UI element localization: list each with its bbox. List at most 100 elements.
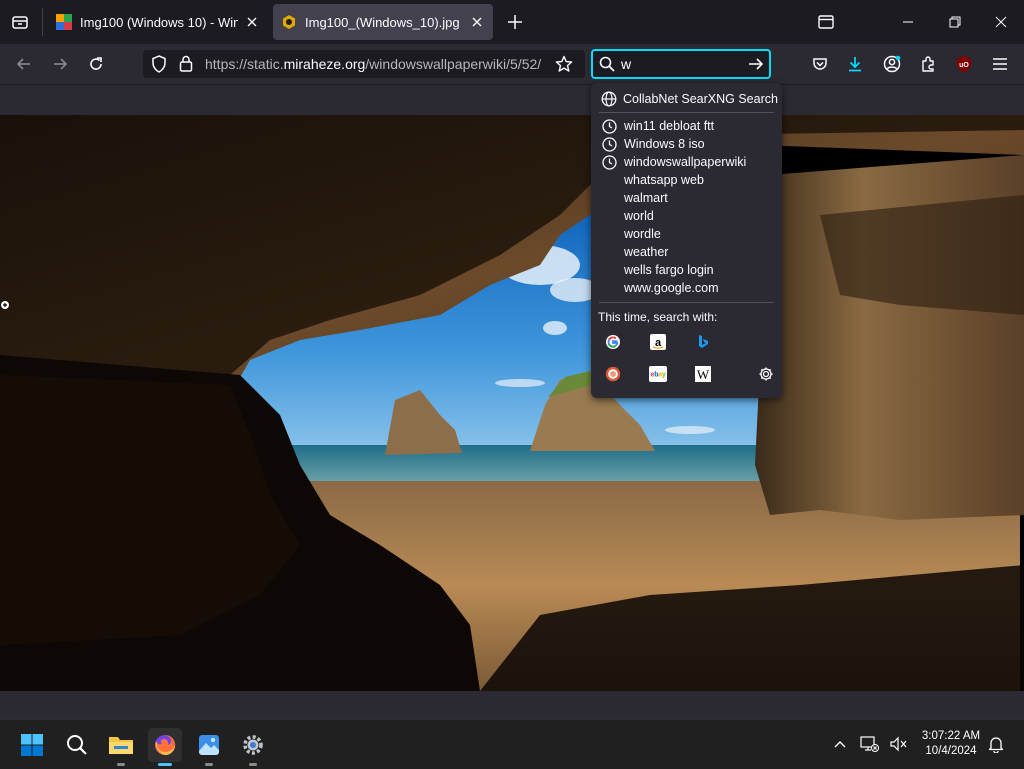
tab-image-file[interactable]: Img100_(Windows_10).jpg (JPEG — [273, 4, 493, 40]
account-icon — [883, 55, 901, 73]
extensions-button[interactable] — [917, 52, 941, 76]
amazon-icon[interactable]: a — [647, 331, 669, 353]
search-suggestion[interactable]: weather — [624, 243, 668, 261]
search-suggestion[interactable]: walmart — [624, 189, 668, 207]
search-settings-gear-icon[interactable] — [755, 363, 777, 385]
ebay-icon[interactable]: ebay — [647, 363, 669, 385]
suggestion-text: weather — [624, 245, 669, 259]
search-suggestion[interactable]: whatsapp web — [624, 171, 704, 189]
tab-divider — [42, 8, 43, 36]
running-indicator — [249, 763, 257, 766]
search-input[interactable] — [621, 55, 731, 73]
search-go-arrow-icon[interactable] — [748, 56, 764, 72]
notifications-button[interactable] — [986, 734, 1006, 754]
search-suggestion[interactable]: world — [624, 207, 654, 225]
settings-button[interactable] — [236, 728, 270, 766]
tracking-protection-shield-icon[interactable] — [151, 55, 167, 73]
tab-title: Img100 (Windows 10) - Window — [80, 14, 238, 30]
taskbar-search-button[interactable] — [60, 728, 94, 762]
minimize-icon — [903, 21, 913, 23]
history-suggestion[interactable]: windowswallpaperwiki — [601, 153, 746, 171]
history-suggestion[interactable]: Windows 8 iso — [601, 135, 705, 153]
wiki-favicon-icon — [56, 14, 72, 30]
downloads-button[interactable] — [843, 52, 867, 76]
active-indicator — [158, 763, 172, 766]
bookmark-star-icon[interactable] — [555, 55, 573, 73]
lock-icon[interactable] — [179, 55, 193, 72]
tab-strip: Img100 (Windows 10) - Window Img100_(Win… — [0, 0, 1024, 44]
default-engine-name: CollabNet SearXNG Search — [623, 92, 778, 106]
miraheze-favicon-icon — [283, 15, 295, 29]
default-engine-row[interactable]: CollabNet SearXNG Search — [601, 91, 778, 107]
volume-status[interactable] — [888, 734, 908, 754]
history-suggestion[interactable]: win11 debloat ftt — [601, 117, 714, 135]
ublock-origin-button[interactable]: uO — [952, 52, 976, 76]
google-icon[interactable] — [602, 331, 624, 353]
svg-text:y: y — [662, 372, 666, 379]
account-button[interactable] — [880, 52, 904, 76]
zoom-cursor-icon — [0, 300, 10, 310]
bing-icon[interactable] — [692, 331, 714, 353]
forward-button[interactable] — [48, 52, 72, 76]
windows-10-wallpaper-image — [0, 115, 1024, 691]
search-suggestion[interactable]: wells fargo login — [624, 261, 714, 279]
restore-button[interactable] — [939, 6, 971, 38]
suggestion-text: world — [624, 209, 654, 223]
taskbar-clock[interactable]: 3:07:22 AM 10/4/2024 — [912, 729, 990, 759]
duckduckgo-icon[interactable] — [602, 363, 624, 385]
svg-text:W: W — [697, 367, 710, 382]
suggestion-text: windowswallpaperwiki — [624, 155, 747, 169]
restore-icon — [949, 16, 961, 28]
suggestion-text: www.google.com — [624, 281, 719, 295]
reload-button[interactable] — [84, 52, 108, 76]
start-button[interactable] — [15, 728, 49, 762]
back-arrow-icon — [16, 58, 30, 70]
search-icon — [599, 56, 615, 72]
suggestion-text: wordle — [624, 227, 661, 241]
search-suggestion[interactable]: wordle — [624, 225, 661, 243]
network-status[interactable] — [860, 734, 880, 754]
wikipedia-icon[interactable]: W — [692, 363, 714, 385]
tab-wiki-page[interactable]: Img100 (Windows 10) - Window — [48, 4, 268, 40]
address-bar[interactable]: https://static.miraheze.org/windowswallp… — [143, 50, 585, 78]
search-suggestion[interactable]: www.google.com — [624, 279, 719, 297]
navigation-toolbar: https://static.miraheze.org/windowswallp… — [0, 44, 1024, 84]
download-icon — [849, 57, 861, 72]
suggestion-text: whatsapp web — [624, 173, 704, 187]
file-explorer-button[interactable] — [104, 728, 138, 766]
tab-list-icon — [12, 16, 28, 29]
search-suggestions-popup: CollabNet SearXNG Search win11 debloat f… — [591, 83, 782, 398]
back-button[interactable] — [12, 52, 36, 76]
search-bar[interactable] — [591, 49, 771, 79]
toolbar-spacer — [0, 84, 1024, 115]
app-menu-button[interactable] — [988, 52, 1012, 76]
close-window-button[interactable] — [985, 6, 1017, 38]
image-viewer[interactable] — [0, 115, 1024, 691]
url-prefix: https://static. — [205, 56, 284, 72]
close-tab-icon[interactable] — [469, 14, 485, 30]
separator — [599, 112, 774, 113]
photos-icon — [199, 735, 219, 755]
pocket-button[interactable] — [808, 52, 832, 76]
clock-time: 3:07:22 AM — [921, 730, 981, 742]
history-clock-icon — [601, 136, 617, 152]
photos-button[interactable] — [192, 728, 226, 766]
svg-text:uO: uO — [959, 62, 969, 69]
firefox-view-button[interactable] — [810, 6, 842, 38]
minimize-button[interactable] — [892, 6, 924, 38]
settings-gear-icon — [243, 735, 263, 755]
puzzle-icon — [922, 56, 934, 72]
search-icon — [67, 735, 87, 755]
history-clock-icon — [601, 154, 617, 170]
suggestion-text: Windows 8 iso — [624, 137, 705, 151]
this-time-search-with-label: This time, search with: — [598, 310, 718, 324]
url-path: /windowswallpaperwiki/5/52/ — [365, 56, 542, 72]
url-text: https://static.miraheze.org/windowswallp… — [205, 56, 550, 72]
close-tab-icon[interactable] — [244, 14, 260, 30]
suggestion-text: win11 debloat ftt — [624, 119, 715, 133]
new-tab-button[interactable] — [503, 10, 527, 34]
show-hidden-icons-button[interactable] — [830, 734, 850, 754]
list-all-tabs-button[interactable] — [6, 10, 34, 34]
firefox-taskbar-button[interactable] — [148, 728, 182, 766]
close-icon — [995, 16, 1007, 28]
